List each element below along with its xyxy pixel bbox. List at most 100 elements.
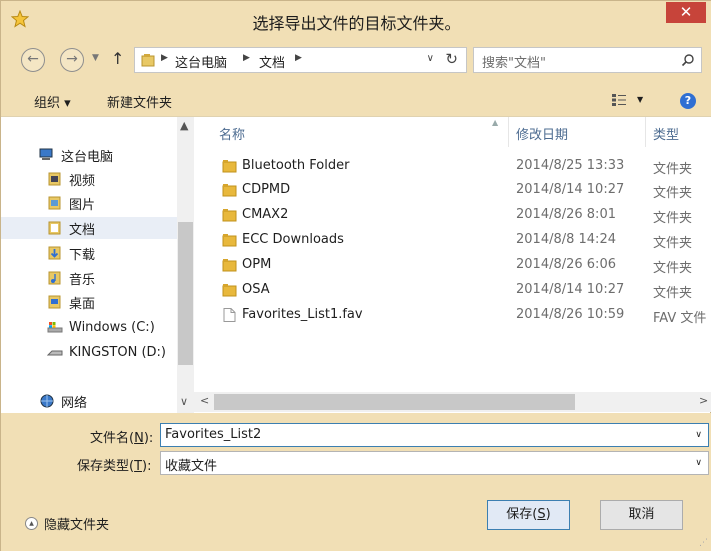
command-bar: 组织 ▾ 新建文件夹 ▼ ? (1, 87, 711, 117)
hide-folders-label: 隐藏文件夹 (44, 518, 110, 533)
nav-item-label: 下载 (69, 247, 96, 263)
address-bar[interactable]: ▶ 这台电脑 ▶ 文档 ▶ ∨ ↻ (134, 47, 467, 73)
breadcrumb-documents[interactable]: 文档 (259, 52, 285, 71)
file-row[interactable]: Bluetooth Folder 2014/8/25 13:33 文件夹 (194, 154, 711, 179)
filename-label-text: 文件名( (90, 431, 135, 446)
scroll-down-arrow-icon[interactable]: ∨ (180, 395, 188, 408)
up-level-button[interactable]: ↑ (111, 49, 124, 68)
dialog-title: 选择导出文件的目标文件夹。 (252, 14, 461, 33)
file-row[interactable]: Favorites_List1.fav 2014/8/26 10:59 FAV … (194, 303, 711, 328)
filetype-value: 收藏文件 (165, 459, 218, 474)
hide-folders-toggle[interactable]: ▲ 隐藏文件夹 (25, 514, 109, 533)
view-dropdown-icon[interactable]: ▼ (637, 95, 643, 104)
title-bar: 选择导出文件的目标文件夹。 ✕ (1, 1, 711, 37)
file-date: 2014/8/26 6:06 (516, 257, 616, 272)
file-type: 文件夹 (653, 186, 693, 201)
column-header-type[interactable]: 类型 (653, 124, 679, 143)
file-list: 名称 ▲ 修改日期 类型 Bluetooth Folder 2014/8/25 … (194, 117, 711, 392)
address-dropdown-icon[interactable]: ∨ (427, 53, 434, 64)
file-type: FAV 文件 (653, 311, 707, 326)
column-header-name[interactable]: 名称 (219, 124, 245, 143)
nav-item-windows-c[interactable]: Windows (C:) (47, 316, 155, 338)
file-list-horizontal-scrollbar[interactable]: < > (194, 392, 711, 412)
help-icon[interactable]: ? (680, 93, 696, 109)
chevron-down-icon[interactable]: ∨ (695, 458, 702, 468)
documents-folder-icon (141, 54, 155, 67)
file-date: 2014/8/14 10:27 (516, 182, 625, 197)
nav-item-documents[interactable]: 文档 (1, 217, 177, 239)
file-row[interactable]: OPM 2014/8/26 6:06 文件夹 (194, 253, 711, 278)
file-row[interactable]: OSA 2014/8/14 10:27 文件夹 (194, 278, 711, 303)
save-button[interactable]: 保存(S) (487, 500, 570, 530)
recent-locations-chevron-icon[interactable]: ▼ (92, 53, 99, 63)
scroll-right-arrow-icon[interactable]: > (699, 394, 708, 407)
filetype-label-suffix: ): (142, 459, 152, 474)
nav-item-pictures[interactable]: 图片 (47, 192, 95, 214)
save-label-suffix: ) (545, 507, 551, 522)
scroll-up-arrow-icon[interactable]: ▲ (180, 119, 188, 132)
save-dialog: 选择导出文件的目标文件夹。 ✕ ← → ▼ ↑ ▶ 这台电脑 ▶ 文档 ▶ ∨ … (0, 0, 711, 551)
scroll-left-arrow-icon[interactable]: < (200, 394, 209, 407)
music-icon (48, 271, 61, 285)
nav-item-network[interactable]: 网络 (39, 390, 87, 412)
nav-item-downloads[interactable]: 下载 (47, 242, 95, 264)
resize-grip-icon[interactable]: ⋰ (699, 538, 708, 548)
back-arrow-icon: ← (27, 51, 39, 67)
file-date: 2014/8/8 14:24 (516, 232, 616, 247)
folder-icon (222, 209, 237, 222)
cancel-button[interactable]: 取消 (600, 500, 683, 530)
nav-item-this-pc[interactable]: 这台电脑 (39, 144, 113, 166)
close-button[interactable]: ✕ (666, 2, 706, 23)
search-input[interactable]: 搜索"文档" (482, 52, 546, 71)
file-name: Bluetooth Folder (242, 158, 350, 173)
file-type: 文件夹 (653, 211, 693, 226)
column-header-date[interactable]: 修改日期 (516, 124, 568, 143)
breadcrumb-this-pc[interactable]: 这台电脑 (175, 52, 227, 71)
pictures-icon (48, 196, 61, 210)
chevron-down-icon[interactable]: ∨ (695, 430, 702, 440)
scrollbar-thumb[interactable] (214, 394, 575, 410)
filename-field[interactable]: Favorites_List2 ∨ (160, 423, 709, 447)
filetype-label-accesskey: T (134, 459, 143, 474)
file-type: 文件夹 (653, 162, 693, 177)
navigation-pane-scrollbar[interactable]: ▲ ∨ (177, 117, 194, 413)
scrollbar-thumb[interactable] (178, 222, 193, 365)
nav-item-label: 音乐 (69, 272, 96, 288)
filename-input[interactable]: Favorites_List2 (165, 427, 261, 442)
file-type: 文件夹 (653, 286, 693, 301)
nav-item-videos[interactable]: 视频 (47, 168, 95, 190)
search-box[interactable]: 搜索"文档" (473, 47, 702, 73)
file-date: 2014/8/26 10:59 (516, 307, 625, 322)
back-button[interactable]: ← (21, 48, 45, 72)
downloads-icon (48, 246, 61, 260)
file-row[interactable]: ECC Downloads 2014/8/8 14:24 文件夹 (194, 228, 711, 253)
file-row[interactable]: CMAX2 2014/8/26 8:01 文件夹 (194, 203, 711, 228)
nav-item-desktop[interactable]: 桌面 (47, 291, 95, 313)
organize-button[interactable]: 组织 ▾ (34, 92, 71, 111)
column-divider[interactable] (645, 117, 646, 147)
nav-item-label: KINGSTON (D:) (69, 344, 166, 360)
breadcrumb-separator-icon: ▶ (243, 53, 250, 63)
nav-item-music[interactable]: 音乐 (47, 267, 95, 289)
refresh-icon[interactable]: ↻ (445, 50, 458, 68)
file-name: OSA (242, 282, 270, 297)
forward-button[interactable]: → (60, 48, 84, 72)
file-type: 文件夹 (653, 261, 693, 276)
nav-item-label: Windows (C:) (69, 319, 155, 335)
column-divider[interactable] (508, 117, 509, 147)
filename-label-suffix: ): (143, 431, 154, 446)
save-options-panel: 文件名(N): Favorites_List2 ∨ 保存类型(T): 收藏文件 … (1, 413, 711, 551)
nav-item-label: 文档 (69, 222, 96, 238)
save-accesskey: S (537, 507, 546, 522)
filetype-select[interactable]: 收藏文件 ∨ (160, 451, 709, 475)
filename-label-accesskey: N (134, 431, 144, 446)
file-row[interactable]: CDPMD 2014/8/14 10:27 文件夹 (194, 178, 711, 203)
search-icon[interactable] (681, 53, 695, 67)
view-options-icon[interactable] (611, 93, 627, 107)
drive-c-icon (47, 322, 63, 333)
new-folder-button[interactable]: 新建文件夹 (107, 92, 172, 111)
nav-item-label: 网络 (61, 395, 88, 411)
file-date: 2014/8/14 10:27 (516, 282, 625, 297)
folder-icon (222, 284, 237, 297)
nav-item-kingston-d[interactable]: KINGSTON (D:) (47, 341, 166, 363)
